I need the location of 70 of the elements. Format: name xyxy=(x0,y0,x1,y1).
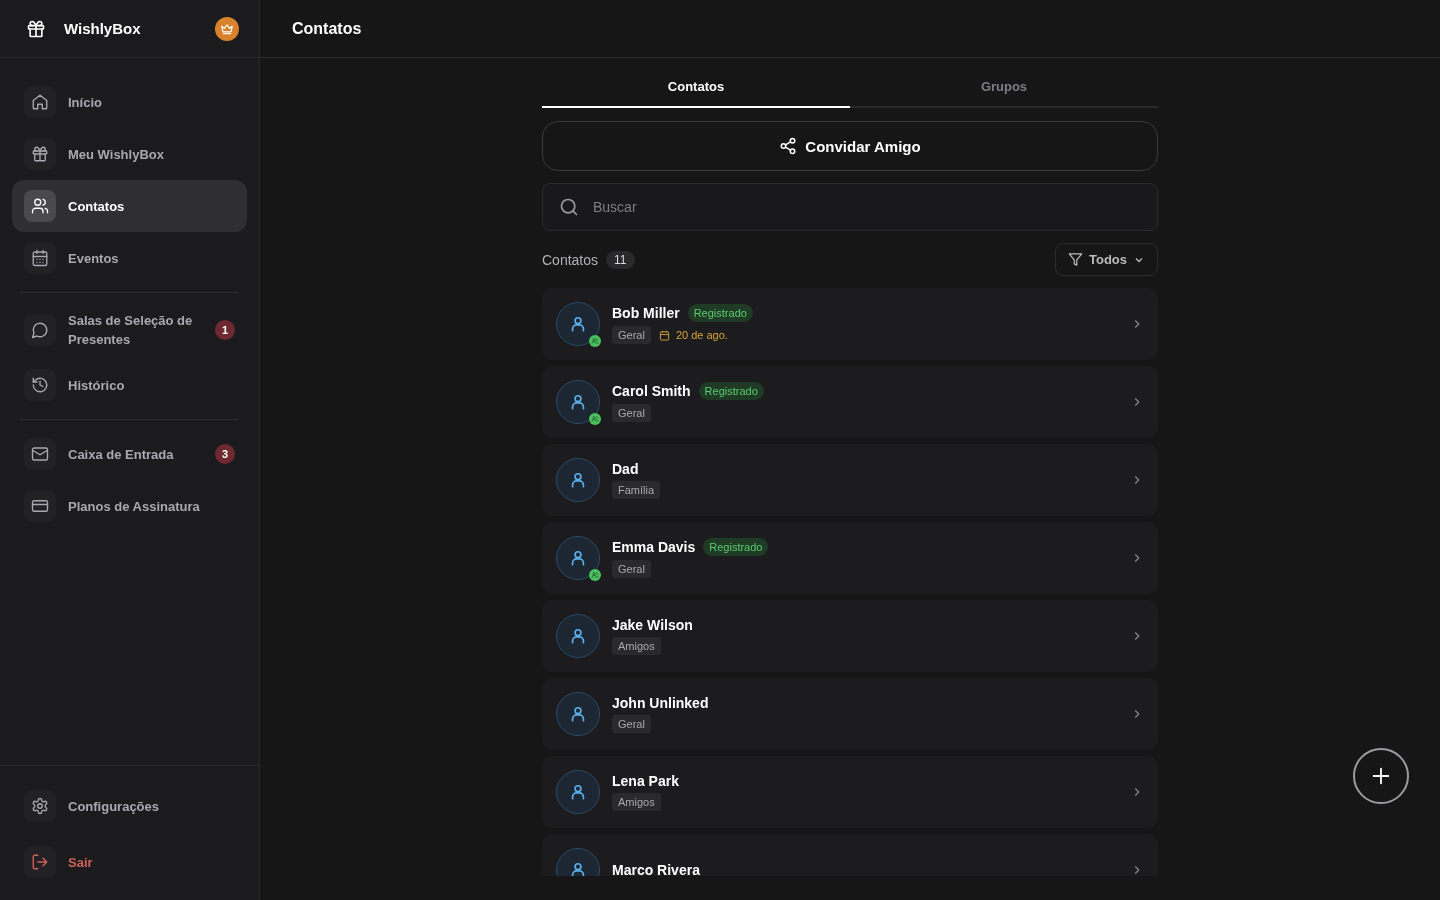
sidebar-item[interactable]: Contatos xyxy=(12,180,247,232)
sidebar-item[interactable]: Caixa de Entrada 3 xyxy=(12,428,247,480)
contact-name: Jake Wilson xyxy=(612,617,693,633)
notification-badge: 1 xyxy=(215,320,235,340)
sidebar-item[interactable]: Início xyxy=(12,76,247,128)
group-tag: Amigos xyxy=(612,793,661,811)
search-input[interactable]: Buscar xyxy=(591,198,1141,216)
calendar-icon xyxy=(24,242,56,274)
group-tag: Amigos xyxy=(612,637,661,655)
settings-icon xyxy=(24,790,56,822)
contact-name: John Unlinked xyxy=(612,695,709,711)
filter-dropdown[interactable]: Todos xyxy=(1054,243,1158,276)
sidebar-item[interactable]: Planos de Assinatura xyxy=(12,480,247,532)
chat-bubble-icon xyxy=(24,314,56,346)
contact-card[interactable]: Jake Wilson Amigos xyxy=(542,600,1158,672)
contact-card[interactable]: Emma Davis Registrado Geral xyxy=(542,522,1158,594)
sidebar-item[interactable]: Histórico xyxy=(12,359,247,411)
contact-name: Marco Rivera xyxy=(612,862,700,876)
contact-name: Bob Miller xyxy=(612,305,680,321)
app-name: WishlyBox xyxy=(64,20,142,37)
gift-icon xyxy=(24,138,56,170)
contact-card[interactable]: Bob Miller Registrado Geral 20 de ago. xyxy=(542,288,1158,360)
sidebar-item[interactable]: Configurações xyxy=(12,780,247,832)
add-button[interactable] xyxy=(1353,748,1409,804)
tab[interactable]: Grupos xyxy=(850,66,1158,108)
group-tag: Família xyxy=(612,481,661,499)
sidebar-item[interactable]: Eventos xyxy=(12,232,247,284)
linked-users-icon xyxy=(589,569,601,581)
credit-card-icon xyxy=(24,490,56,522)
contact-name: Dad xyxy=(612,461,639,477)
status-badge: Registrado xyxy=(703,538,769,556)
group-tag: Geral xyxy=(612,560,651,578)
mail-icon xyxy=(24,438,56,470)
section-label: Contatos xyxy=(542,251,599,268)
tab[interactable]: Contatos xyxy=(542,66,850,108)
page-title: Contatos xyxy=(292,19,362,38)
event-date: 20 de ago. xyxy=(675,329,728,341)
plus-icon xyxy=(1370,765,1392,787)
contact-card[interactable]: Marco Rivera xyxy=(542,834,1158,876)
contact-card[interactable]: John Unlinked Geral xyxy=(542,678,1158,750)
linked-users-icon xyxy=(589,335,601,347)
count-badge: 11 xyxy=(606,250,635,269)
sidebar-item[interactable]: Sair xyxy=(12,836,247,888)
search-field[interactable]: Buscar xyxy=(542,183,1158,231)
crown-icon[interactable] xyxy=(215,16,239,41)
history-icon xyxy=(24,369,56,401)
group-tag: Geral xyxy=(612,404,651,422)
contact-name: Carol Smith xyxy=(612,383,691,399)
status-badge: Registrado xyxy=(687,304,753,322)
search-icon xyxy=(559,197,579,217)
contact-card[interactable]: Lena Park Amigos xyxy=(542,756,1158,828)
contact-card[interactable]: Dad Família xyxy=(542,444,1158,516)
gift-icon xyxy=(26,18,46,39)
contact-name: Emma Davis xyxy=(612,539,696,555)
group-tag: Geral xyxy=(612,715,651,733)
contact-name: Lena Park xyxy=(612,773,679,789)
users-icon xyxy=(24,190,56,222)
sidebar-item[interactable]: Meu WishlyBox xyxy=(12,128,247,180)
contact-card[interactable]: Carol Smith Registrado Geral xyxy=(542,366,1158,438)
share-icon xyxy=(779,137,798,155)
invite-button[interactable]: Convidar Amigo xyxy=(542,121,1158,171)
sidebar-item[interactable]: Salas de Seleção de Presentes 1 xyxy=(12,301,247,359)
logout-icon xyxy=(24,846,56,878)
group-tag: Geral xyxy=(612,326,651,344)
calendar-icon xyxy=(658,329,670,341)
linked-users-icon xyxy=(589,413,601,425)
home-icon xyxy=(24,86,56,118)
filter-icon xyxy=(1067,252,1083,267)
notification-badge: 3 xyxy=(215,444,235,464)
status-badge: Registrado xyxy=(698,382,764,400)
